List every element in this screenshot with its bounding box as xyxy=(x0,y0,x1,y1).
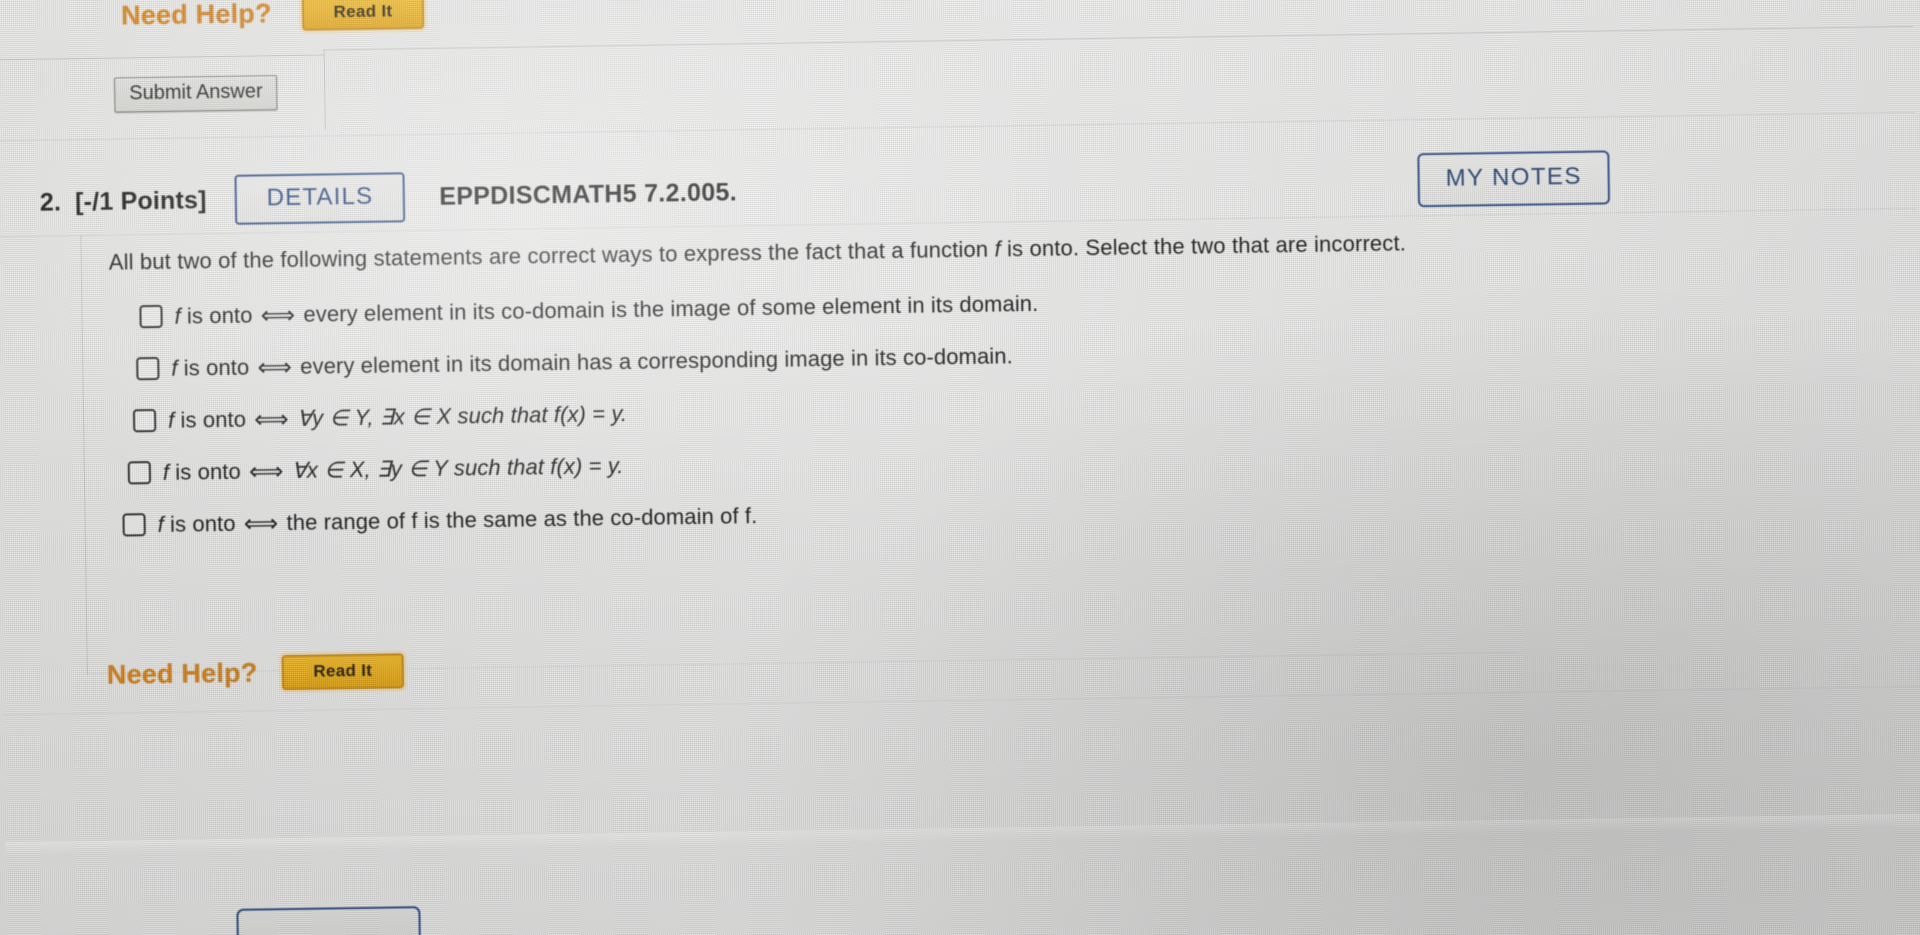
need-help-label-top: Need Help? xyxy=(120,0,272,31)
option-label-2: f is onto ⟺ ∀y ∈ Y, ∃x ∈ X such that f(x… xyxy=(168,399,627,435)
panel-divider-top-right xyxy=(323,25,1914,51)
panel-divider-vertical-top xyxy=(323,49,326,130)
question-body-left-rule xyxy=(80,235,88,676)
monitor-screen: Need Help? Read It Submit Answer 2. [-/1… xyxy=(0,0,1920,935)
prompt-text-a: All but two of the following statements … xyxy=(108,236,995,275)
iff-icon-4: ⟺ xyxy=(243,509,279,538)
panel-divider-below-submit xyxy=(0,111,1915,142)
bottom-left-button[interactable] xyxy=(236,906,422,935)
iff-icon-1: ⟺ xyxy=(257,353,293,381)
question-body: All but two of the following statements … xyxy=(109,226,1613,539)
previous-question-need-help-row: Need Help? Read It xyxy=(121,0,425,33)
webassign-page: Need Help? Read It Submit Answer 2. [-/1… xyxy=(0,0,1920,935)
option-checkbox-4[interactable] xyxy=(122,512,146,537)
option-text-4: the range of f is the same as the co-dom… xyxy=(280,502,758,535)
option-text-3: ∀x ∈ X, ∃y ∈ Y such that f(x) = y. xyxy=(285,452,624,483)
option-stem-3: is onto xyxy=(168,458,248,485)
option-row-4[interactable]: f is onto ⟺ the range of f is the same a… xyxy=(122,488,1612,539)
details-button[interactable]: DETAILS xyxy=(234,172,406,225)
option-label-3: f is onto ⟺ ∀x ∈ X, ∃y ∈ Y such that f(x… xyxy=(163,451,624,487)
option-checkbox-0[interactable] xyxy=(139,304,163,328)
option-text-0: every element in its co-domain is the im… xyxy=(297,290,1039,327)
question-prompt: All but two of the following statements … xyxy=(109,226,1609,276)
option-checkbox-1[interactable] xyxy=(136,356,160,380)
option-text-2: ∀y ∈ Y, ∃x ∈ X such that f(x) = y. xyxy=(290,400,628,431)
option-label-0: f is onto ⟺ every element in its co-doma… xyxy=(174,288,1038,330)
submit-answer-row: Submit Answer xyxy=(114,75,278,113)
option-stem-4: is onto xyxy=(163,510,242,537)
option-label-1: f is onto ⟺ every element in its domain … xyxy=(171,341,1013,382)
my-notes-button-top[interactable]: MY NOTES xyxy=(1417,150,1611,208)
prompt-text-b: is onto. Select the two that are incorre… xyxy=(1000,230,1407,262)
need-help-label: Need Help? xyxy=(106,657,258,690)
option-stem-0: is onto xyxy=(180,301,259,329)
option-stem-2: is onto xyxy=(174,406,253,433)
panel-divider-below-question xyxy=(3,685,1920,716)
panel-divider-top-left xyxy=(0,54,324,61)
need-help-row: Need Help? Read It xyxy=(107,653,405,692)
option-stem-1: is onto xyxy=(177,354,256,381)
option-row-1[interactable]: f is onto ⟺ every element in its domain … xyxy=(136,332,1610,383)
option-row-2[interactable]: f is onto ⟺ ∀y ∈ Y, ∃x ∈ X such that f(x… xyxy=(132,384,1611,435)
iff-icon-2: ⟺ xyxy=(254,405,289,434)
iff-icon-3: ⟺ xyxy=(248,457,284,486)
screen-photo: Need Help? Read It Submit Answer 2. [-/1… xyxy=(0,0,1920,935)
question-points: [-/1 Points] xyxy=(74,185,207,216)
read-it-button-top[interactable]: Read It xyxy=(301,0,425,31)
option-checkbox-2[interactable] xyxy=(132,408,157,432)
question-number: 2. xyxy=(39,187,62,217)
iff-icon-0: ⟺ xyxy=(260,301,296,329)
option-row-3[interactable]: f is onto ⟺ ∀x ∈ X, ∃y ∈ Y such that f(x… xyxy=(127,436,1612,487)
read-it-button[interactable]: Read It xyxy=(281,653,405,691)
option-row-0[interactable]: f is onto ⟺ every element in its co-doma… xyxy=(139,280,1609,331)
option-text-1: every element in its domain has a corres… xyxy=(293,342,1014,379)
question-code: EPPDISCMATH5 7.2.005. xyxy=(439,177,738,211)
option-label-4: f is onto ⟺ the range of f is the same a… xyxy=(157,501,757,539)
submit-answer-button[interactable]: Submit Answer xyxy=(114,75,278,113)
option-checkbox-3[interactable] xyxy=(127,460,152,484)
